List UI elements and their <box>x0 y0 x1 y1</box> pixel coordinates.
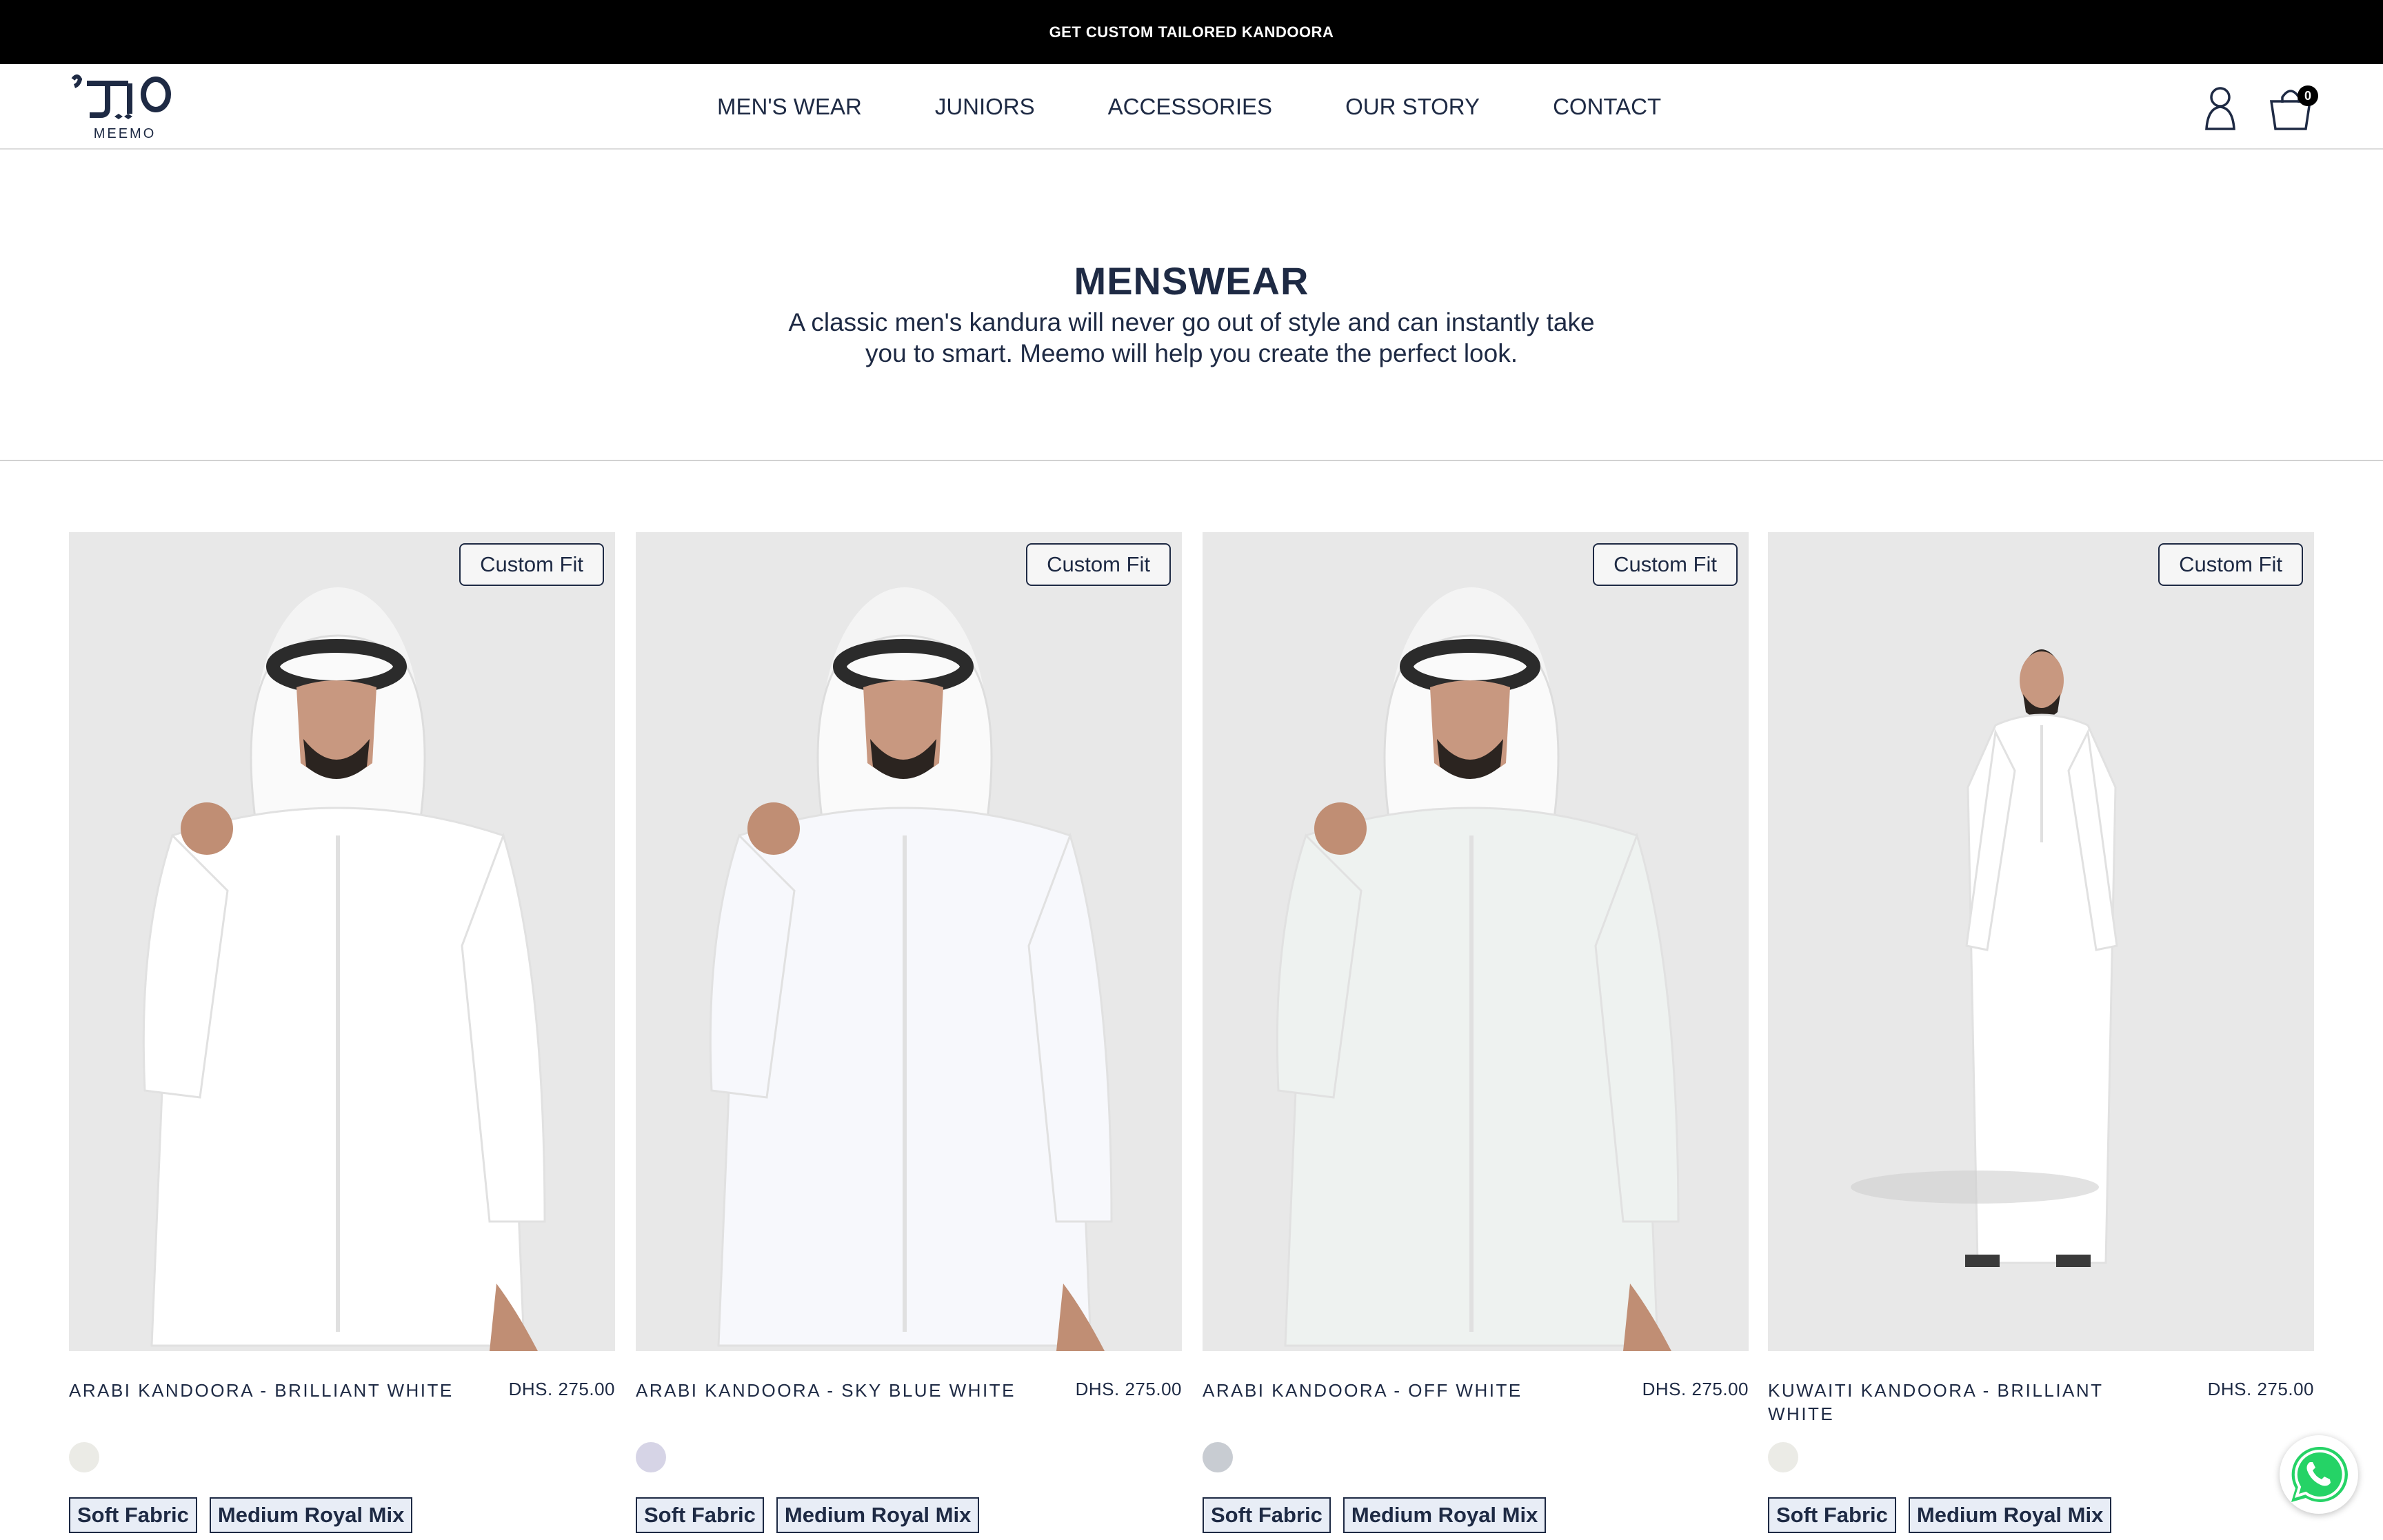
product-name[interactable]: ARABI KANDOORA - OFF WHITE <box>1203 1379 1589 1402</box>
user-icon[interactable] <box>2201 85 2240 130</box>
nav-mens-wear[interactable]: MEN'S WEAR <box>717 94 862 120</box>
site-header: MEEMO MEN'S WEAR JUNIORS ACCESSORIES OUR… <box>0 64 2383 150</box>
logo-mark-icon <box>71 74 171 119</box>
cart-count-badge: 0 <box>2297 85 2318 106</box>
custom-fit-button[interactable]: Custom Fit <box>1593 543 1738 586</box>
fabric-tag: Medium Royal Mix <box>776 1497 980 1533</box>
brand-logo[interactable]: MEEMO <box>66 71 183 141</box>
announcement-bar: GET CUSTOM TAILORED KANDOORA <box>0 0 2383 64</box>
product-tags: Soft Fabric Medium Royal Mix <box>636 1497 980 1533</box>
product-name[interactable]: ARABI KANDOORA - SKY BLUE WHITE <box>636 1379 1022 1402</box>
product-name[interactable]: ARABI KANDOORA - BRILLIANT WHITE <box>69 1379 455 1402</box>
whatsapp-icon <box>2291 1446 2348 1502</box>
product-image[interactable]: Custom Fit <box>69 532 615 1351</box>
page-title: MENSWEAR <box>1074 259 1309 303</box>
fabric-tag: Medium Royal Mix <box>209 1497 413 1533</box>
product-price: DHS. 275.00 <box>508 1379 615 1399</box>
model-figure-illustration <box>142 587 546 1351</box>
nav-juniors[interactable]: JUNIORS <box>935 94 1035 120</box>
category-description: A classic men's kandura will never go ou… <box>788 308 1595 367</box>
custom-fit-button[interactable]: Custom Fit <box>1026 543 1171 586</box>
product-tags: Soft Fabric Medium Royal Mix <box>1768 1497 2112 1533</box>
color-swatch[interactable] <box>1203 1442 1233 1472</box>
product-price: DHS. 275.00 <box>1642 1379 1749 1399</box>
model-figure-illustration <box>709 587 1113 1351</box>
whatsapp-button[interactable] <box>2280 1435 2358 1514</box>
nav-contact[interactable]: CONTACT <box>1553 94 1661 120</box>
color-swatch[interactable] <box>69 1442 99 1472</box>
product-name[interactable]: KUWAITI KANDOORA - BRILLIANT WHITE <box>1768 1379 2154 1426</box>
custom-fit-button[interactable]: Custom Fit <box>459 543 604 586</box>
category-hero: MENSWEAR A classic men's kandura will ne… <box>0 150 2383 461</box>
product-tags: Soft Fabric Medium Royal Mix <box>1203 1497 1547 1533</box>
announcement-text: GET CUSTOM TAILORED KANDOORA <box>1049 23 1334 41</box>
custom-fit-button[interactable]: Custom Fit <box>2158 543 2303 586</box>
model-figure-illustration <box>1851 649 2118 1267</box>
product-image[interactable]: Custom Fit <box>1203 532 1749 1351</box>
product-image[interactable]: Custom Fit <box>636 532 1182 1351</box>
nav-accessories[interactable]: ACCESSORIES <box>1108 94 1272 120</box>
fabric-tag: Soft Fabric <box>1203 1497 1331 1533</box>
main-nav: MEN'S WEAR JUNIORS ACCESSORIES OUR STORY… <box>717 64 1661 150</box>
product-price: DHS. 275.00 <box>1075 1379 1182 1399</box>
fabric-tag: Medium Royal Mix <box>1343 1497 1547 1533</box>
model-figure-illustration <box>1276 587 1680 1351</box>
color-swatch[interactable] <box>1768 1442 1798 1472</box>
product-image[interactable]: Custom Fit <box>1768 532 2314 1351</box>
product-tags: Soft Fabric Medium Royal Mix <box>69 1497 413 1533</box>
nav-our-story[interactable]: OUR STORY <box>1345 94 1480 120</box>
fabric-tag: Soft Fabric <box>1768 1497 1896 1533</box>
brand-name: MEEMO <box>93 126 157 141</box>
fabric-tag: Soft Fabric <box>636 1497 764 1533</box>
fabric-tag: Soft Fabric <box>69 1497 197 1533</box>
color-swatch[interactable] <box>636 1442 666 1472</box>
fabric-tag: Medium Royal Mix <box>1908 1497 2112 1533</box>
product-price: DHS. 275.00 <box>2207 1379 2314 1399</box>
